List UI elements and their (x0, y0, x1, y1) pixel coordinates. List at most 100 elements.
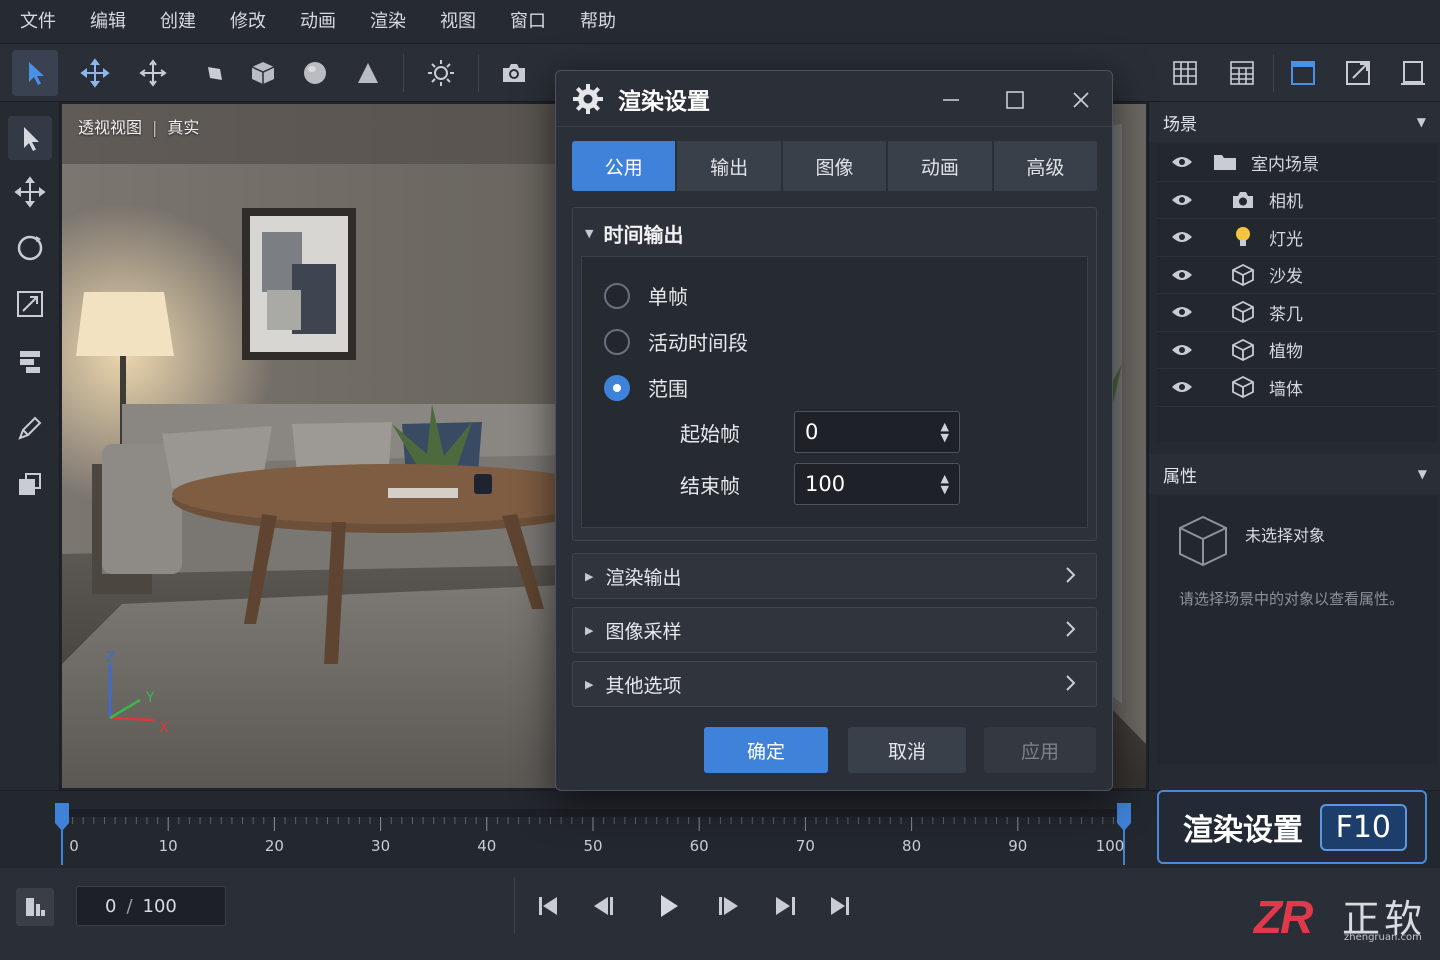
radio-button[interactable] (604, 328, 630, 355)
shortcut-hint: 渲染设置 F10 (1157, 790, 1427, 864)
tab-output[interactable]: 输出 (677, 141, 781, 191)
layout-view-button[interactable] (1219, 50, 1265, 96)
collapse-caret-icon[interactable]: ▼ (1418, 467, 1427, 481)
range-start-handle[interactable] (55, 803, 69, 831)
start-frame-row: 起始帧 0 ▲ ▼ (680, 411, 960, 453)
scene-root-row[interactable]: 室内场景 (1157, 144, 1437, 182)
select-side-button[interactable] (8, 116, 52, 160)
translate-side-button[interactable] (8, 170, 52, 214)
tab-image[interactable]: 图像 (782, 141, 887, 191)
menu-edit[interactable]: 编辑 (73, 0, 143, 44)
timeline-track[interactable] (62, 809, 1124, 817)
spinner-arrows-icon[interactable]: ▲ ▼ (941, 421, 949, 443)
plane-icon (208, 67, 222, 80)
tab-common[interactable]: 公用 (572, 141, 676, 191)
apply-button[interactable]: 应用 (984, 727, 1096, 773)
range-end-handle[interactable] (1117, 803, 1131, 831)
end-frame-input[interactable]: 100 ▲ ▼ (794, 463, 960, 505)
menu-view[interactable]: 视图 (423, 0, 493, 44)
scene-item-coffee-table[interactable]: 茶几 (1157, 294, 1437, 332)
radio-single-frame[interactable]: 单帧 (604, 281, 688, 310)
duplicate-side-button[interactable] (8, 462, 52, 506)
spinner-arrows-icon[interactable]: ▲ ▼ (941, 473, 949, 495)
maximize-viewport-button[interactable] (1335, 50, 1381, 96)
radio-active-segment[interactable]: 活动时间段 (604, 327, 748, 356)
panel-toggle-button[interactable] (1390, 50, 1436, 96)
ok-button[interactable]: 确定 (704, 727, 828, 773)
eye-icon[interactable] (1157, 230, 1207, 244)
eye-icon[interactable] (1157, 305, 1207, 319)
right-panel: 场景 ▼ 室内场景 相机 灯光 沙发 茶几 植物 墙体 属性 ▼ 未选择对象 请… (1148, 102, 1440, 790)
radio-button-selected[interactable] (604, 374, 630, 401)
menu-help[interactable]: 帮助 (563, 0, 633, 44)
play-button[interactable] (646, 884, 690, 928)
scene-item-sofa[interactable]: 沙发 (1157, 257, 1437, 294)
skip-start-icon (539, 897, 557, 915)
pan-tool-button[interactable] (130, 50, 176, 96)
menu-window[interactable]: 窗口 (493, 0, 563, 44)
go-to-start-button[interactable] (526, 884, 570, 928)
collapsed-triangle-icon: ▶ (585, 623, 594, 637)
menu-file[interactable]: 文件 (0, 0, 73, 44)
scene-item-label: 沙发 (1269, 267, 1303, 288)
timeline-tick-label: 10 (158, 837, 178, 855)
scene-item-wall[interactable]: 墙体 (1157, 369, 1437, 407)
light-tool-button[interactable] (418, 50, 464, 96)
time-output-header[interactable]: ▼ 时间输出 (573, 208, 1096, 258)
menu-modify[interactable]: 修改 (213, 0, 283, 44)
scene-item-camera[interactable]: 相机 (1157, 182, 1437, 219)
single-viewport-button[interactable] (1280, 50, 1326, 96)
camera-tool-button[interactable] (491, 50, 537, 96)
timeline-settings-button[interactable] (16, 888, 54, 926)
pen-side-button[interactable] (8, 406, 52, 450)
scene-item-light[interactable]: 灯光 (1157, 219, 1437, 257)
cursor-icon (24, 127, 39, 151)
viewport-label[interactable]: 透视视图 | 真实 (78, 114, 199, 138)
eye-icon[interactable] (1157, 380, 1207, 394)
menu-render[interactable]: 渲染 (353, 0, 423, 44)
menu-create[interactable]: 创建 (143, 0, 213, 44)
collapse-caret-icon[interactable]: ▼ (1417, 115, 1426, 129)
eye-icon[interactable] (1157, 193, 1207, 207)
rotate-side-button[interactable] (8, 226, 52, 270)
move-tool-button[interactable] (72, 50, 118, 96)
view-label-separator: | (152, 118, 158, 137)
box-tool-button[interactable] (240, 50, 286, 96)
eye-icon[interactable] (1157, 155, 1207, 169)
render-output-section[interactable]: ▶ 渲染输出 (572, 553, 1097, 599)
select-tool-button[interactable] (12, 50, 58, 96)
maximize-button[interactable] (998, 83, 1032, 117)
plane-tool-button[interactable] (192, 50, 238, 96)
cone-tool-button[interactable] (345, 50, 391, 96)
other-options-section[interactable]: ▶ 其他选项 (572, 661, 1097, 707)
move-icon (80, 58, 110, 88)
previous-frame-button[interactable] (582, 884, 626, 928)
frame-counter[interactable]: 0 / 100 (76, 886, 226, 926)
tab-advanced[interactable]: 高级 (993, 141, 1098, 191)
close-button[interactable] (1064, 83, 1098, 117)
shading-mode[interactable]: 真实 (167, 118, 199, 137)
tab-animation[interactable]: 动画 (888, 141, 992, 191)
dialog-title-bar[interactable]: 渲染设置 (556, 71, 1112, 127)
scale-side-button[interactable] (8, 282, 52, 326)
sphere-tool-button[interactable] (292, 50, 338, 96)
cancel-button[interactable]: 取消 (848, 727, 966, 773)
image-sampling-section[interactable]: ▶ 图像采样 (572, 607, 1097, 653)
radio-range[interactable]: 范围 (604, 373, 688, 402)
timeline-ruler[interactable] (0, 791, 1150, 869)
scene-item-plant[interactable]: 植物 (1157, 332, 1437, 369)
minimize-button[interactable] (934, 83, 968, 117)
go-to-end-button[interactable] (818, 884, 862, 928)
menu-animation[interactable]: 动画 (283, 0, 353, 44)
start-frame-input[interactable]: 0 ▲ ▼ (794, 411, 960, 453)
scene-panel-header[interactable]: 场景 ▼ (1149, 102, 1440, 142)
next-key-button[interactable] (764, 884, 808, 928)
radio-button[interactable] (604, 282, 630, 309)
next-frame-button[interactable] (706, 884, 750, 928)
eye-icon[interactable] (1157, 343, 1207, 357)
eye-icon[interactable] (1157, 268, 1207, 282)
grid-view-button[interactable] (1162, 50, 1208, 96)
view-name[interactable]: 透视视图 (78, 118, 142, 137)
align-side-button[interactable] (8, 340, 52, 384)
properties-panel-header[interactable]: 属性 ▼ (1149, 454, 1440, 494)
